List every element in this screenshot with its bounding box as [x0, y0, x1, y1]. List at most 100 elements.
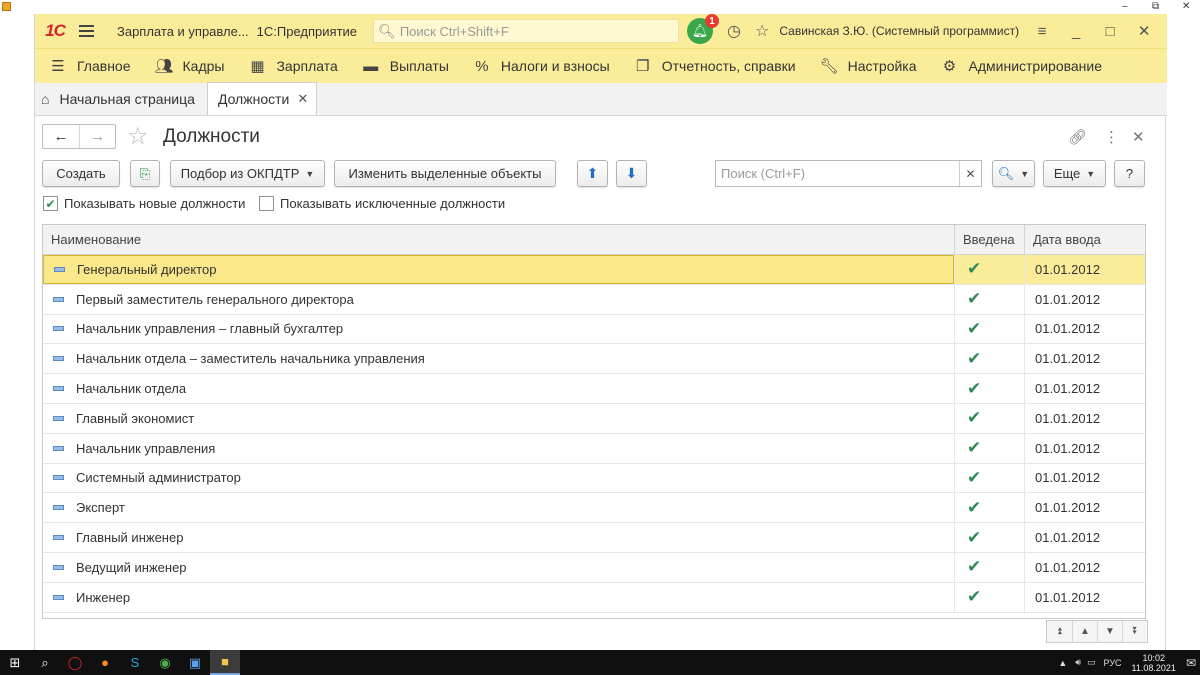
show-new-label: Показывать новые должности — [64, 196, 246, 211]
favorites-star-icon[interactable]: ☆ — [755, 21, 769, 41]
scroll-last-icon[interactable]: ⏬︎ — [1122, 621, 1147, 642]
column-header-date[interactable]: Дата ввода — [1024, 225, 1145, 254]
more-actions-icon[interactable]: ⋮ — [1104, 128, 1119, 146]
menu-label: Отчетность, справки — [661, 58, 796, 74]
menu-label: Настройка — [847, 58, 917, 74]
arrow-down-icon: ⬇︎ — [625, 165, 638, 181]
outer-minimize-button[interactable]: – — [1122, 0, 1128, 13]
table-row[interactable]: Генеральный директор ✔ 01.01.2012 — [43, 255, 1145, 285]
menu-item-personnel[interactable]: 👥︎ Кадры — [155, 57, 225, 75]
table-row[interactable]: Начальник отдела ✔ 01.01.2012 — [43, 374, 1145, 404]
tab-positions-label: Должности — [217, 91, 290, 107]
okpdtr-selection-button[interactable]: Подбор из ОКПДТР ▼ — [170, 160, 325, 187]
table-row[interactable]: Главный экономист ✔ 01.01.2012 — [43, 403, 1145, 434]
menu-item-payments[interactable]: ▬ Выплаты — [362, 58, 449, 75]
show-new-checkbox-row[interactable]: ✔ Показывать новые должности — [43, 196, 245, 211]
catalog-item-icon — [53, 326, 64, 332]
table-row[interactable]: Ведущий инженер ✔ 01.01.2012 — [43, 552, 1145, 583]
close-button[interactable]: ✕ — [1133, 22, 1155, 40]
notification-center-icon[interactable]: ✉ — [1186, 656, 1196, 670]
search-icon[interactable]: ⌕ — [30, 650, 60, 675]
history-icon[interactable]: ◷ — [727, 21, 741, 41]
sections-menu-icon[interactable] — [79, 25, 101, 37]
clock-date: 11.08.2021 — [1131, 662, 1176, 673]
copy-item-button[interactable]: ⎘ — [130, 160, 160, 187]
cell-introduced: ✔ — [954, 463, 1024, 493]
maximize-button[interactable]: □ — [1099, 23, 1121, 40]
table-row[interactable]: Эксперт ✔ 01.01.2012 — [43, 493, 1145, 524]
network-icon[interactable]: ▭ — [1087, 657, 1096, 668]
language-indicator[interactable]: РУС — [1104, 658, 1122, 668]
menu-item-main[interactable]: ☰ Главное — [49, 57, 130, 75]
back-arrow-icon[interactable]: ← — [43, 125, 79, 148]
table-row[interactable]: Начальник управления – главный бухгалтер… — [43, 314, 1145, 345]
column-header-name[interactable]: Наименование — [43, 225, 954, 254]
current-user[interactable]: Савинская З.Ю. (Системный программист) — [779, 24, 1019, 38]
move-up-button[interactable]: ⬆︎ — [577, 160, 608, 187]
tab-home[interactable]: ⌂ Начальная страница — [35, 82, 207, 115]
cell-introduced: ✔ — [954, 552, 1024, 582]
forward-arrow-icon[interactable]: → — [79, 125, 115, 148]
link-icon[interactable]: 🔗︎ — [1068, 128, 1087, 146]
create-button-label: Создать — [56, 166, 106, 181]
show-excluded-checkbox[interactable] — [259, 196, 274, 211]
clear-search-icon[interactable]: ✕ — [959, 161, 981, 186]
tray-chevron-icon[interactable]: ▲ — [1058, 658, 1067, 668]
add-to-favorites-star-icon[interactable]: ☆ — [127, 122, 149, 151]
menu-item-reports[interactable]: ❐ Отчетность, справки — [634, 57, 796, 75]
more-button[interactable]: Еще ▼ — [1043, 160, 1106, 187]
window-app-icon — [2, 2, 11, 11]
cell-date: 01.01.2012 — [1024, 582, 1145, 612]
checkmark-icon: ✔ — [967, 438, 982, 458]
notifications-bell-icon[interactable]: 🔔︎ 1 — [687, 14, 720, 44]
opera-icon[interactable]: ◯ — [60, 650, 90, 675]
windows-start-icon[interactable]: ⊞ — [0, 650, 30, 675]
firefox-icon[interactable]: ● — [90, 650, 120, 675]
scroll-up-icon[interactable]: ▲ — [1072, 621, 1097, 642]
cell-date: 01.01.2012 — [1024, 523, 1145, 552]
form-close-icon[interactable]: ✕ — [1132, 128, 1145, 146]
search-options-button[interactable]: 🔍︎ ▼ — [992, 160, 1035, 187]
minimize-button[interactable]: _ — [1065, 23, 1087, 40]
outer-close-button[interactable]: ✕ — [1182, 0, 1190, 13]
outer-restore-button[interactable]: ⧉ — [1152, 0, 1159, 13]
table-row[interactable]: Начальник отдела – заместитель начальник… — [43, 344, 1145, 375]
chrome-icon[interactable]: ◉ — [150, 650, 180, 675]
table-row[interactable]: Первый заместитель генерального директор… — [43, 284, 1145, 315]
column-header-introduced[interactable]: Введена — [954, 225, 1024, 254]
explorer-icon[interactable]: ▣ — [180, 650, 210, 675]
help-button[interactable]: ? — [1114, 160, 1145, 187]
clock[interactable]: 10:02 11.08.2021 — [1132, 653, 1176, 673]
menu-item-settings[interactable]: 🔧︎ Настройка — [820, 57, 917, 75]
move-down-button[interactable]: ⬇︎ — [616, 160, 647, 187]
cell-date: 01.01.2012 — [1024, 463, 1145, 493]
table-header: Наименование Введена Дата ввода — [43, 225, 1145, 255]
menu-label: Кадры — [182, 58, 225, 74]
cell-name: Первый заместитель генерального директор… — [43, 285, 954, 314]
volume-icon[interactable]: 🔊︎ — [1075, 657, 1081, 668]
settings-menu-icon[interactable]: ≡ — [1031, 23, 1053, 40]
menu-item-taxes[interactable]: % Налоги и взносы — [473, 58, 610, 75]
position-name: Главный инженер — [76, 530, 184, 546]
show-excluded-checkbox-row[interactable]: Показывать исключенные должности — [259, 196, 505, 211]
show-new-checkbox[interactable]: ✔ — [43, 196, 58, 211]
table-row[interactable]: Начальник управления ✔ 01.01.2012 — [43, 433, 1145, 464]
change-selected-button[interactable]: Изменить выделенные объекты — [334, 160, 556, 187]
table-row[interactable]: Системный администратор ✔ 01.01.2012 — [43, 463, 1145, 494]
gear-icon: ⚙︎ — [942, 58, 957, 75]
app-window: 1С Зарплата и управле... 1С:Предприятие … — [34, 14, 1167, 650]
menu-item-salary[interactable]: ▦ Зарплата — [248, 57, 337, 75]
global-search-input[interactable]: 🔍︎ Поиск Ctrl+Shift+F — [373, 19, 680, 43]
1c-taskbar-icon[interactable]: ■ — [210, 650, 240, 675]
skype-icon[interactable]: S — [120, 650, 150, 675]
create-button[interactable]: Создать — [42, 160, 120, 187]
tab-close-icon[interactable]: ✕ — [297, 91, 308, 107]
catalog-item-icon — [53, 356, 64, 362]
table-row[interactable]: Инженер ✔ 01.01.2012 — [43, 582, 1145, 613]
table-row[interactable]: Главный инженер ✔ 01.01.2012 — [43, 523, 1145, 553]
scroll-down-icon[interactable]: ▼ — [1097, 621, 1122, 642]
scroll-first-icon[interactable]: ⏫︎ — [1047, 621, 1072, 642]
tab-positions[interactable]: Должности ✕ — [206, 82, 318, 115]
search-input[interactable] — [716, 161, 959, 186]
menu-item-administration[interactable]: ⚙︎ Администрирование — [941, 57, 1102, 75]
